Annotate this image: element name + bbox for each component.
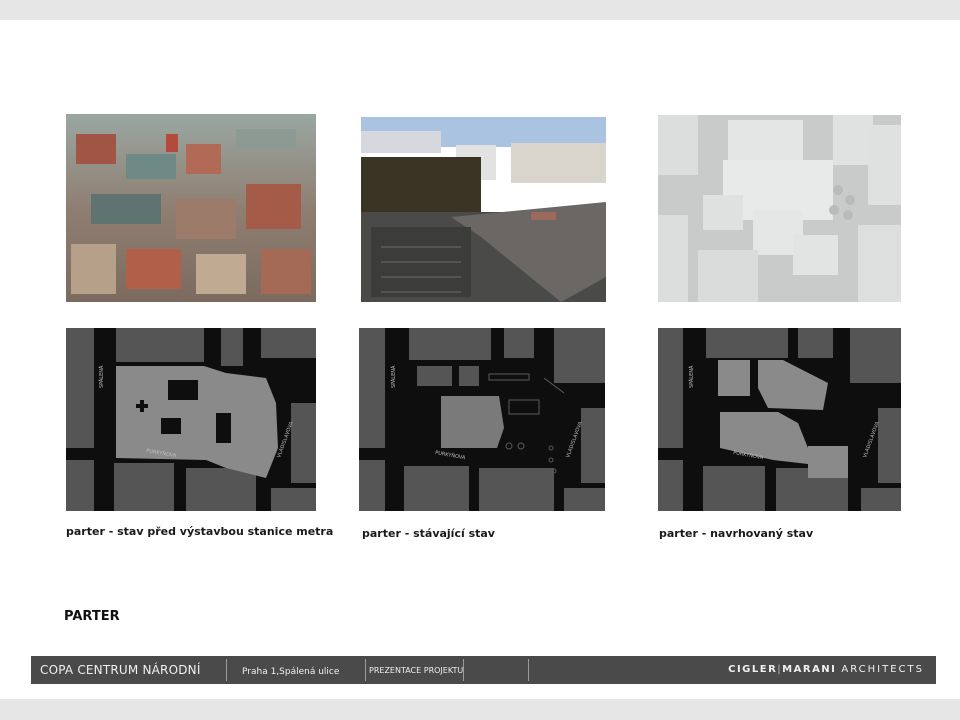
label-spalena: SPÁLENÁ <box>688 365 695 388</box>
slide-page: SPÁLENÁ PURKYŇOVA VLADISLAVOVA SPÁLENÁ P… <box>0 20 960 699</box>
label-spalena: SPÁLENÁ <box>98 365 105 388</box>
caption-before-metro: parter - stav před výstavbou stanice met… <box>66 525 334 538</box>
architects-logo: CIGLER|MARANI ARCHITECTS <box>728 664 924 675</box>
project-location: Praha 1,Spálená ulice <box>242 667 340 677</box>
footer-bar: COPA CENTRUM NÁRODNÍ Praha 1,Spálená uli… <box>31 656 936 684</box>
model-photo-proposed <box>658 115 901 302</box>
map-proposed-state: SPÁLENÁ PURKYŇOVA VLADISLAVOVA <box>658 328 901 511</box>
logo-cigler: CIGLER <box>728 664 778 675</box>
section-heading: PARTER <box>64 609 120 624</box>
map-current-state: SPÁLENÁ PURKYŇOVA VLADISLAVOVA <box>359 328 605 511</box>
caption-proposed-state: parter - navrhovaný stav <box>659 527 814 540</box>
footer-divider <box>463 659 464 681</box>
footer-divider <box>226 659 227 681</box>
logo-architects: ARCHITECTS <box>841 664 924 675</box>
presentation-label: PREZENTACE PROJEKTU <box>369 666 464 675</box>
footer-divider <box>528 659 529 681</box>
photo-current-state <box>361 117 606 302</box>
caption-current-state: parter - stávající stav <box>362 527 495 540</box>
aerial-photo-historic <box>66 114 316 302</box>
label-spalena: SPÁLENÁ <box>390 365 397 388</box>
map-before-metro: SPÁLENÁ PURKYŇOVA VLADISLAVOVA <box>66 328 316 511</box>
project-title: COPA CENTRUM NÁRODNÍ <box>40 663 201 677</box>
logo-marani: MARANI <box>782 664 837 675</box>
footer-divider <box>365 659 366 681</box>
